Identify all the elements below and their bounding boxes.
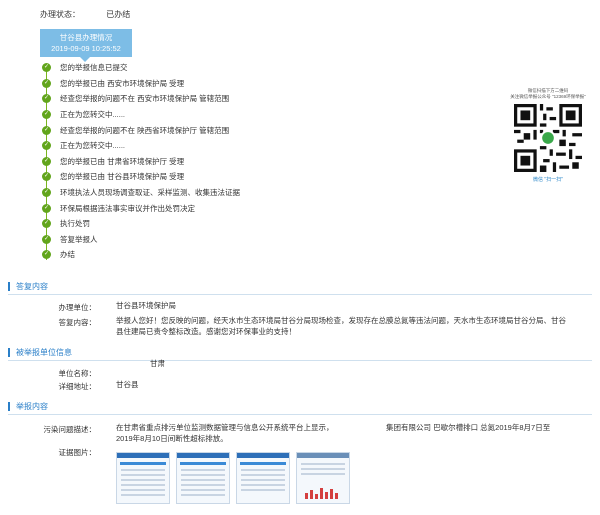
reported-unit-section-title: 被举报单位信息 — [8, 348, 72, 357]
status-value: 已办结 — [106, 10, 131, 19]
evidence-image[interactable] — [296, 452, 350, 504]
qr-panel: 微信扫描下方二维码 关注微信举报公众号 "12369环保举报" 微信 "扫一扫" — [500, 88, 596, 183]
evidence-image[interactable] — [116, 452, 170, 504]
check-icon: ✓ — [42, 219, 51, 229]
report-section-divider — [8, 414, 592, 415]
evidence-label: 证据图片： — [58, 448, 97, 457]
status-label: 办理状态： — [40, 10, 80, 19]
timeline-item-text: 经查您举报的问题不在 陕西省环境保护厅 管辖范围 — [60, 125, 230, 135]
evidence-image[interactable] — [176, 452, 230, 504]
badge-time: 2019-09-09 10:25:52 — [51, 44, 121, 53]
progress-timeline: ✓ 您的举报信息已提交 ✓ 您的举报已由 西安市环境保护局 受理 ✓ 经查您举报的问题不在… — [40, 60, 240, 263]
timeline-item: ✓ 您的举报已由 甘肃省环境保护厅 受理 — [40, 154, 240, 170]
timeline-item-text: 您的举报已由 西安市环境保护局 受理 — [60, 78, 185, 88]
check-icon: ✓ — [42, 141, 51, 151]
timeline-item: ✓ 您的举报已由 西安市环境保护局 受理 — [40, 76, 240, 92]
problem-desc-label: 污染问题描述： — [43, 425, 97, 434]
qr-caption-2: 关注微信举报公众号 "12369环保举报" — [510, 94, 586, 99]
unit-name-label: 单位名称： — [58, 369, 97, 378]
timeline-item: ✓ 正在为您转交中...... — [40, 107, 240, 123]
timeline-item-text: 您的举报已由 甘谷县环境保护局 受理 — [60, 172, 185, 182]
reply-section-title: 答复内容 — [8, 282, 48, 291]
timeline-item: ✓ 答复举报人 — [40, 232, 240, 248]
reply-unit-label: 办理单位： — [58, 303, 97, 312]
timeline-item-text: 正在为您转交中...... — [60, 141, 126, 151]
reply-unit-value: 甘谷县环境保护局 — [116, 301, 176, 310]
timeline-item-text: 您的举报信息已提交 — [60, 63, 128, 73]
reported-unit-divider — [8, 360, 592, 361]
timeline-item: ✓ 您的举报信息已提交 — [40, 60, 240, 76]
check-icon: ✓ — [42, 234, 51, 244]
unit-address-label: 详细地址： — [58, 382, 97, 391]
timeline-item-text: 环保局根据违法事实审议并作出处罚决定 — [60, 203, 195, 213]
reply-content-value: 举报人您好！您反映的问题，经天水市生态环境局甘谷分局现场检查，发现存在总膜总氮等… — [116, 316, 566, 336]
unit-name-value: 甘肃 — [150, 359, 165, 368]
timeline-item: ✓ 办结 — [40, 247, 240, 263]
check-icon: ✓ — [42, 110, 51, 120]
status-row: 办理状态： 已办结 — [40, 9, 130, 20]
reply-section-divider — [8, 294, 592, 295]
timeline-item: ✓ 环境执法人员现场调查取证、采样监测、收集违法证据 — [40, 185, 240, 201]
check-icon: ✓ — [42, 172, 51, 182]
timeline-item: ✓ 环保局根据违法事实审议并作出处罚决定 — [40, 200, 240, 216]
timeline-item-text: 执行处罚 — [60, 219, 90, 229]
progress-badge: 甘谷县办理情况 2019-09-09 10:25:52 — [40, 29, 132, 62]
timeline-item: ✓ 经查您举报的问题不在 陕西省环境保护厅 管辖范围 — [40, 122, 240, 138]
timeline-item: ✓ 您的举报已由 甘谷县环境保护局 受理 — [40, 169, 240, 185]
problem-desc-line1a: 在甘肃省重点排污单位监测数据管理与信息公开系统平台上显示， — [116, 423, 334, 432]
timeline-item: ✓ 经查您举报的问题不在 西安市环境保护局 管辖范围 — [40, 91, 240, 107]
timeline-item-text: 经查您举报的问题不在 西安市环境保护局 管辖范围 — [60, 94, 230, 104]
check-icon: ✓ — [42, 188, 51, 198]
check-icon: ✓ — [42, 203, 51, 213]
reply-content-label: 答复内容： — [58, 318, 97, 327]
timeline-item-text: 答复举报人 — [60, 234, 98, 244]
report-section-title: 举报内容 — [8, 402, 48, 411]
evidence-image[interactable] — [236, 452, 290, 504]
timeline-item: ✓ 执行处罚 — [40, 216, 240, 232]
check-icon: ✓ — [42, 250, 51, 260]
check-icon: ✓ — [42, 63, 51, 73]
check-icon: ✓ — [42, 94, 51, 104]
problem-desc-line1b: 集团有限公司 巴歇尔槽排口 总氮2019年8月7日至 — [386, 423, 551, 432]
timeline-item-text: 办结 — [60, 250, 75, 260]
check-icon: ✓ — [42, 125, 51, 135]
evidence-thumbnails — [116, 452, 350, 504]
check-icon: ✓ — [42, 156, 51, 166]
timeline-item-text: 您的举报已由 甘肃省环境保护厅 受理 — [60, 156, 185, 166]
problem-desc-line2: 2019年8月10日间断性超标排放。 — [116, 434, 228, 443]
qr-code-icon — [514, 104, 582, 172]
check-icon: ✓ — [42, 78, 51, 88]
timeline-item: ✓ 正在为您转交中...... — [40, 138, 240, 154]
unit-address-value: 甘谷县 — [116, 380, 139, 389]
timeline-item-text: 正在为您转交中...... — [60, 110, 126, 120]
qr-scan-text: 微信 "扫一扫" — [533, 177, 563, 183]
badge-title: 甘谷县办理情况 — [59, 33, 113, 42]
timeline-item-text: 环境执法人员现场调查取证、采样监测、收集违法证据 — [60, 188, 240, 198]
